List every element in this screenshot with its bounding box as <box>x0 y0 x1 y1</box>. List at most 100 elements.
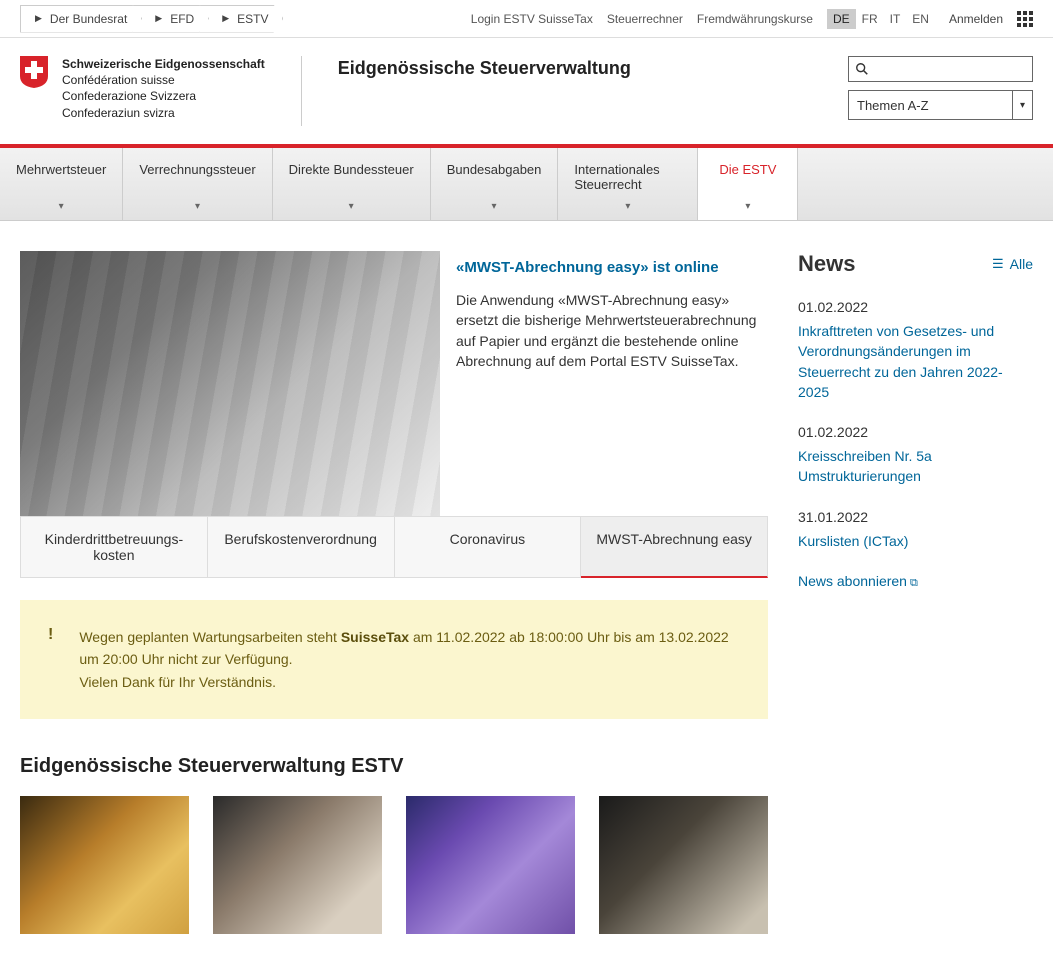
chevron-down-icon: ▾ <box>745 201 750 212</box>
nav-label: Bundesabgaben <box>447 162 542 177</box>
breadcrumb-label: ESTV <box>237 12 268 26</box>
chevron-down-icon: ▾ <box>349 201 354 212</box>
feature-text: «MWST-Abrechnung easy» ist online Die An… <box>456 251 766 516</box>
utility-links: Login ESTV SuisseTax Steuerrechner Fremd… <box>471 12 813 26</box>
nav-internationales-steuerrecht[interactable]: Internationales Steuerrecht ▾ <box>558 148 698 220</box>
chevron-down-icon: ▾ <box>1012 91 1032 119</box>
confederation-name: Schweizerische Eidgenossenschaft Confédé… <box>62 56 265 121</box>
feature-image <box>20 251 440 516</box>
topic-card[interactable] <box>213 796 382 934</box>
login-link[interactable]: Anmelden <box>949 12 1003 26</box>
page-body: «MWST-Abrechnung easy» ist online Die An… <box>0 221 1053 954</box>
logo-line: Confédération suisse <box>62 72 265 88</box>
news-subscribe-label: News abonnieren <box>798 573 907 589</box>
news-date: 31.01.2022 <box>798 509 1033 525</box>
util-link-suissetax[interactable]: Login ESTV SuisseTax <box>471 12 593 26</box>
feature-tab-label: Berufskostenverordnung <box>224 531 377 547</box>
card-image <box>406 796 575 934</box>
news-all-link[interactable]: ☰ Alle <box>992 256 1033 272</box>
news-heading: News <box>798 251 855 277</box>
triangle-icon: ▶ <box>155 13 162 24</box>
news-link[interactable]: Kurslisten (ICTax) <box>798 531 1033 551</box>
breadcrumb-label: EFD <box>170 12 194 26</box>
site-header: Schweizerische Eidgenossenschaft Confédé… <box>0 38 1053 144</box>
header-divider <box>301 56 302 126</box>
logo-line: Schweizerische Eidgenossenschaft <box>62 56 265 72</box>
news-all-label: Alle <box>1010 256 1033 272</box>
chevron-down-icon: ▾ <box>492 201 497 212</box>
topic-card[interactable] <box>599 796 768 934</box>
feature-tab[interactable]: MWST-Abrechnung easy <box>581 516 768 578</box>
util-link-steuerrechner[interactable]: Steuerrechner <box>607 12 683 26</box>
feature-tabs: Kinderdrittbetreuungs- kosten Berufskost… <box>20 516 768 578</box>
feature-tab[interactable]: Coronavirus <box>395 516 582 578</box>
feature-block: «MWST-Abrechnung easy» ist online Die An… <box>20 251 768 516</box>
main-nav: Mehrwertsteuer ▾ Verrechnungssteuer ▾ Dire… <box>0 148 1053 221</box>
card-image <box>213 796 382 934</box>
nav-label: Mehrwertsteuer <box>16 162 106 177</box>
topic-card[interactable] <box>20 796 189 934</box>
news-item: 01.02.2022 Inkrafttreten von Gesetzes- u… <box>798 299 1033 402</box>
feature-tab-label: Kinderdrittbetreuungs- kosten <box>45 531 184 563</box>
apps-grid-icon[interactable] <box>1017 11 1033 27</box>
themes-dropdown[interactable]: Themen A-Z ▾ <box>848 90 1033 120</box>
utility-right: Login ESTV SuisseTax Steuerrechner Fremd… <box>471 9 1053 29</box>
maintenance-alert: ! Wegen geplanten Wartungsarbeiten steht… <box>20 600 768 719</box>
news-link[interactable]: Kreisschreiben Nr. 5a Umstrukturierungen <box>798 446 1033 487</box>
chevron-down-icon: ▾ <box>59 201 64 212</box>
alert-text: Vielen Dank für Ihr Verständnis. <box>79 671 728 693</box>
lang-fr[interactable]: FR <box>856 9 884 29</box>
util-link-fx[interactable]: Fremdwährungskurse <box>697 12 813 26</box>
utility-bar: ▶ Der Bundesrat ▶ EFD ▶ESTV Login ESTV Sui… <box>0 0 1053 38</box>
lang-en[interactable]: EN <box>906 9 935 29</box>
news-date: 01.02.2022 <box>798 299 1033 315</box>
breadcrumb: ▶ Der Bundesrat ▶ EFD ▶ESTV <box>0 5 283 33</box>
nav-verrechnungssteuer[interactable]: Verrechnungssteuer ▾ <box>123 148 272 220</box>
feature-title[interactable]: «MWST-Abrechnung easy» ist online <box>456 259 766 276</box>
nav-label: Internationales Steuerrecht <box>574 162 659 192</box>
nav-mehrwertsteuer[interactable]: Mehrwertsteuer ▾ <box>0 148 123 220</box>
card-row <box>20 796 768 934</box>
site-title: Eidgenössische Steuerverwaltung <box>338 58 631 79</box>
news-item: 01.02.2022 Kreisschreiben Nr. 5a Umstruk… <box>798 424 1033 487</box>
lang-it[interactable]: IT <box>884 9 907 29</box>
news-date: 01.02.2022 <box>798 424 1033 440</box>
breadcrumb-item[interactable]: ▶ESTV <box>199 5 283 33</box>
search-input[interactable] <box>848 56 1033 82</box>
card-image <box>20 796 189 934</box>
sidebar: News ☰ Alle 01.02.2022 Inkrafttreten von… <box>798 251 1033 934</box>
news-header: News ☰ Alle <box>798 251 1033 277</box>
nav-label: Direkte Bundessteuer <box>289 162 414 177</box>
external-link-icon: ⧉ <box>910 577 918 589</box>
logo-line: Confederazione Svizzera <box>62 88 265 104</box>
news-item: 31.01.2022 Kurslisten (ICTax) <box>798 509 1033 551</box>
breadcrumb-label: Der Bundesrat <box>50 12 127 26</box>
lang-de[interactable]: DE <box>827 9 856 29</box>
chevron-down-icon: ▾ <box>625 201 630 212</box>
nav-bundesabgaben[interactable]: Bundesabgaben ▾ <box>431 148 559 220</box>
breadcrumb-item[interactable]: ▶ EFD <box>132 5 209 33</box>
list-icon: ☰ <box>992 256 1004 272</box>
feature-tab[interactable]: Berufskostenverordnung <box>208 516 395 578</box>
nav-label: Die ESTV <box>719 162 776 177</box>
themes-label: Themen A-Z <box>857 98 929 113</box>
alert-bold: SuisseTax <box>341 629 409 645</box>
news-subscribe[interactable]: News abonnieren⧉ <box>798 573 1033 590</box>
topic-card[interactable] <box>406 796 575 934</box>
logo-block: Schweizerische Eidgenossenschaft Confédé… <box>20 56 265 121</box>
feature-tab-label: Coronavirus <box>450 531 525 547</box>
card-image <box>599 796 768 934</box>
nav-die-estv[interactable]: Die ESTV ▾ <box>698 148 798 220</box>
nav-label: Verrechnungssteuer <box>139 162 255 177</box>
feature-tab[interactable]: Kinderdrittbetreuungs- kosten <box>20 516 208 578</box>
logo-line: Confederaziun svizra <box>62 105 265 121</box>
search-icon <box>855 62 869 76</box>
news-link[interactable]: Inkrafttreten von Gesetzes- und Verordnu… <box>798 321 1033 402</box>
news-subscribe-link[interactable]: News abonnieren⧉ <box>798 573 918 589</box>
language-switcher: DE FR IT EN <box>827 9 935 29</box>
section-heading: Eidgenössische Steuerverwaltung ESTV <box>20 755 768 778</box>
triangle-icon: ▶ <box>35 13 42 24</box>
chevron-down-icon: ▾ <box>195 201 200 212</box>
nav-direkte-bundessteuer[interactable]: Direkte Bundessteuer ▾ <box>273 148 431 220</box>
breadcrumb-item[interactable]: ▶ Der Bundesrat <box>20 5 142 33</box>
